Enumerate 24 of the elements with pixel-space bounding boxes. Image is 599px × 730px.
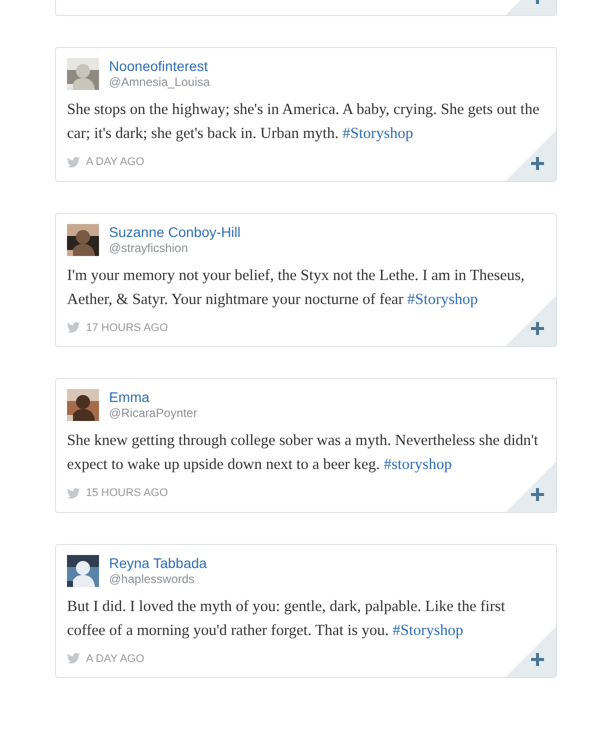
hashtag-link[interactable]: #Storyshop (342, 125, 414, 142)
author-handle: @strayficshion (109, 240, 189, 254)
author-name[interactable]: Nooneofinterest (109, 58, 210, 75)
bird-icon (67, 156, 80, 168)
author-handle: @haplesswords (109, 572, 196, 586)
bird-icon (67, 653, 80, 664)
bird-icon (67, 488, 80, 499)
author-name[interactable]: Reyna Tabbada (109, 554, 207, 572)
author-handle: @Amnesia_Louisa (109, 75, 210, 89)
tweet-text: She knew getting through college sober was a myth. Nevertheless she didn't expect to wake up upside down next to a beer keg. #storyshop (67, 431, 540, 475)
timestamp: A DAY AGO (86, 652, 144, 666)
hashtag-link[interactable]: #Storyshop (392, 622, 464, 638)
timestamp: A DAY AGO (86, 155, 144, 170)
bird-icon (67, 322, 80, 334)
tweet-text: But I did. I loved the myth of you: gentle, dark, palpable. Like the first coffee of a morning you'd rather forget. That is you. #Storyshop (67, 596, 506, 640)
tweet-text: She stops on the highway; she's in America. A baby, crying. She gets out the car; it's dark; she get's back in. Urban myth. #Storyshop (67, 100, 540, 144)
hashtag-link[interactable]: #storyshop (384, 456, 452, 473)
timestamp: 15 HOURS AGO (86, 486, 168, 501)
timestamp: 17 HOURS AGO (86, 320, 168, 336)
tweet-text: I'm your memory not your belief, the Styx not the Lethe. I am in Theseus, Aether, & Satyr. Your nightmare your nocturne of fear #Storyshop (67, 266, 526, 310)
author-name[interactable]: Suzanne Conboy-Hill (109, 224, 241, 240)
author-handle: @RicaraPoynter (109, 406, 198, 420)
author-name[interactable]: Emma (109, 389, 198, 406)
hashtag-link[interactable]: #Storyshop (407, 290, 478, 308)
